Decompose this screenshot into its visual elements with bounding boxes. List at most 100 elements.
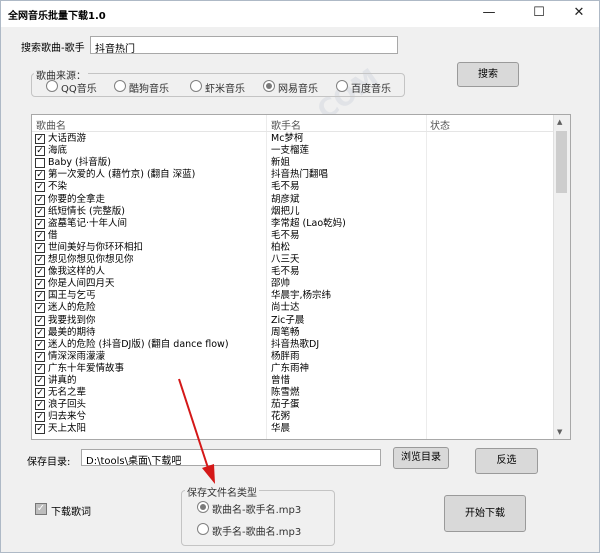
- table-row[interactable]: ✓ 你是人间四月天 邵帅: [32, 278, 556, 290]
- table-row[interactable]: ✓ 大话西游 Mc梦柯: [32, 133, 556, 145]
- song-name: 盗墓笔记·十年人间: [48, 217, 128, 229]
- search-input[interactable]: 抖音热门: [90, 36, 398, 54]
- row-checkbox[interactable]: ✓: [35, 255, 45, 265]
- source-radio-qq[interactable]: [46, 80, 58, 92]
- artist-name: 尚士达: [271, 302, 300, 314]
- table-row[interactable]: ✓ 最美的期待 周笔畅: [32, 327, 556, 339]
- row-checkbox[interactable]: ✓: [35, 363, 45, 374]
- table-row[interactable]: ✓ 你要的全拿走 胡彦斌: [32, 194, 556, 206]
- column-header-status[interactable]: 状态: [430, 117, 450, 132]
- artist-name: 八三夭: [271, 254, 300, 265]
- artist-name: 陈雪燃: [271, 387, 300, 399]
- song-name: 你是人间四月天: [48, 278, 115, 290]
- song-name: 像我这样的人: [48, 266, 106, 278]
- table-row[interactable]: ✓ 浪子回头 茄子蛋: [32, 399, 556, 411]
- row-checkbox[interactable]: ✓: [35, 230, 45, 241]
- artist-name: 广东雨神: [271, 362, 310, 374]
- row-checkbox[interactable]: ✓: [35, 327, 45, 338]
- row-checkbox[interactable]: ✓: [35, 412, 45, 423]
- invert-selection-button[interactable]: 反选: [475, 448, 538, 474]
- scrollbar-thumb[interactable]: [556, 131, 567, 193]
- column-header-song[interactable]: 歌曲名: [36, 117, 66, 132]
- table-row[interactable]: ✓ 广东十年爱情故事 广东雨神: [32, 363, 556, 375]
- table-row[interactable]: ✓ 我要找到你 Zic子晨: [32, 315, 556, 327]
- table-row[interactable]: ✓ 纸短情长 (完整版) 烟把儿: [32, 206, 556, 218]
- song-name: 借: [48, 229, 58, 241]
- song-name: 迷人的危险: [48, 302, 96, 314]
- scroll-up-icon[interactable]: ▲: [557, 118, 562, 126]
- table-row[interactable]: ✓ 迷人的危险 (抖音DJ版) (翻自 dance flow) 抖音热歌DJ: [32, 339, 556, 351]
- save-dir-label: 保存目录:: [27, 457, 71, 468]
- table-row[interactable]: ✓ 第一次爱的人 (藉竹京) (翻自 深蓝) 抖音热门翻唱: [32, 169, 556, 181]
- table-row[interactable]: ✓ 情深深雨濛濛 杨胖雨: [32, 351, 556, 363]
- browse-button[interactable]: 浏览目录: [393, 447, 449, 469]
- row-checkbox[interactable]: [35, 158, 45, 169]
- artist-name: 李常超 (Lao乾妈): [271, 217, 346, 229]
- table-row[interactable]: ✓ 无名之辈 陈雪燃: [32, 387, 556, 399]
- table-row[interactable]: ✓ 国王与乞丐 华晨宇,杨宗纬: [32, 290, 556, 302]
- table-row[interactable]: ✓ 世间美好与你环环相扣 柏松: [32, 242, 556, 254]
- table-row[interactable]: ✓ 迷人的危险 尚士达: [32, 302, 556, 314]
- row-checkbox[interactable]: ✓: [35, 315, 45, 326]
- song-name: 浪子回头: [48, 399, 87, 411]
- row-checkbox[interactable]: ✓: [35, 170, 45, 181]
- table-row[interactable]: ✓ 讲真的 曾惜: [32, 375, 556, 387]
- row-checkbox[interactable]: ✓: [35, 182, 45, 193]
- filename-radio-artist-song[interactable]: [197, 523, 209, 535]
- row-checkbox[interactable]: ✓: [35, 267, 45, 278]
- source-radio-netease[interactable]: [263, 80, 275, 92]
- song-name: 广东十年爱情故事: [48, 362, 125, 374]
- filename-radio-song-artist[interactable]: [197, 501, 209, 513]
- row-checkbox[interactable]: ✓: [35, 303, 45, 314]
- source-radio-xiami[interactable]: [190, 80, 202, 92]
- song-list[interactable]: 歌曲名 歌手名 状态 ✓ 大话西游 Mc梦柯 ✓ 海底 一支榴莲 Baby (抖音版) 新姐 ✓…: [31, 114, 571, 440]
- row-checkbox[interactable]: ✓: [35, 146, 45, 157]
- artist-name: 烟把儿: [271, 205, 300, 217]
- close-icon[interactable]: ✕: [557, 1, 600, 27]
- list-scrollbar[interactable]: ▲ ▼: [553, 115, 570, 439]
- table-row[interactable]: ✓ 盗墓笔记·十年人间 李常超 (Lao乾妈): [32, 218, 556, 230]
- row-checkbox[interactable]: ✓: [35, 134, 45, 144]
- artist-name: Mc梦柯: [271, 133, 304, 144]
- minimize-icon[interactable]: —: [467, 1, 511, 27]
- row-checkbox[interactable]: ✓: [35, 376, 45, 386]
- row-checkbox[interactable]: ✓: [35, 242, 45, 253]
- source-radio-baidu[interactable]: [336, 80, 348, 92]
- save-dir-input[interactable]: D:\tools\桌面\下载吧: [81, 449, 381, 466]
- song-name: 我要找到你: [48, 314, 96, 326]
- scroll-down-icon[interactable]: ▼: [557, 428, 562, 436]
- song-name: 归去来兮: [48, 411, 87, 423]
- table-row[interactable]: Baby (抖音版) 新姐: [32, 157, 556, 169]
- row-checkbox[interactable]: ✓: [35, 388, 45, 399]
- song-name: 迷人的危险 (抖音DJ版) (翻自 dance flow): [48, 338, 229, 350]
- lyrics-checkbox[interactable]: ✓: [35, 503, 47, 515]
- artist-name: 茄子蛋: [271, 399, 300, 411]
- table-row[interactable]: ✓ 借 毛不易: [32, 230, 556, 242]
- row-checkbox[interactable]: ✓: [35, 339, 45, 350]
- table-row[interactable]: ✓ 像我这样的人 毛不易: [32, 266, 556, 278]
- table-row[interactable]: ✓ 想见你想见你想见你 八三夭: [32, 254, 556, 266]
- artist-name: 一支榴莲: [271, 145, 310, 157]
- column-header-artist[interactable]: 歌手名: [271, 117, 301, 132]
- row-checkbox[interactable]: ✓: [35, 218, 45, 229]
- row-checkbox[interactable]: ✓: [35, 291, 45, 302]
- row-checkbox[interactable]: ✓: [35, 279, 45, 290]
- artist-name: 邵帅: [271, 278, 291, 290]
- row-checkbox[interactable]: ✓: [35, 400, 45, 411]
- start-download-button[interactable]: 开始下载: [444, 495, 526, 532]
- maximize-icon[interactable]: ☐: [517, 1, 561, 27]
- table-row[interactable]: ✓ 归去来兮 花粥: [32, 411, 556, 423]
- search-button[interactable]: 搜索: [457, 62, 519, 87]
- song-name: 海底: [48, 145, 68, 157]
- table-row[interactable]: ✓ 天上太阳 华晨: [32, 423, 556, 435]
- row-checkbox[interactable]: ✓: [35, 194, 45, 205]
- table-row[interactable]: ✓ 海底 一支榴莲: [32, 145, 556, 157]
- row-checkbox[interactable]: ✓: [35, 206, 45, 217]
- row-checkbox[interactable]: ✓: [35, 424, 45, 435]
- artist-name: 周笔畅: [271, 326, 300, 338]
- table-row[interactable]: ✓ 不染 毛不易: [32, 181, 556, 193]
- source-radio-kugou[interactable]: [114, 80, 126, 92]
- source-label-xiami: 虾米音乐: [205, 84, 245, 95]
- source-label-netease: 网易音乐: [278, 84, 318, 95]
- row-checkbox[interactable]: ✓: [35, 351, 45, 362]
